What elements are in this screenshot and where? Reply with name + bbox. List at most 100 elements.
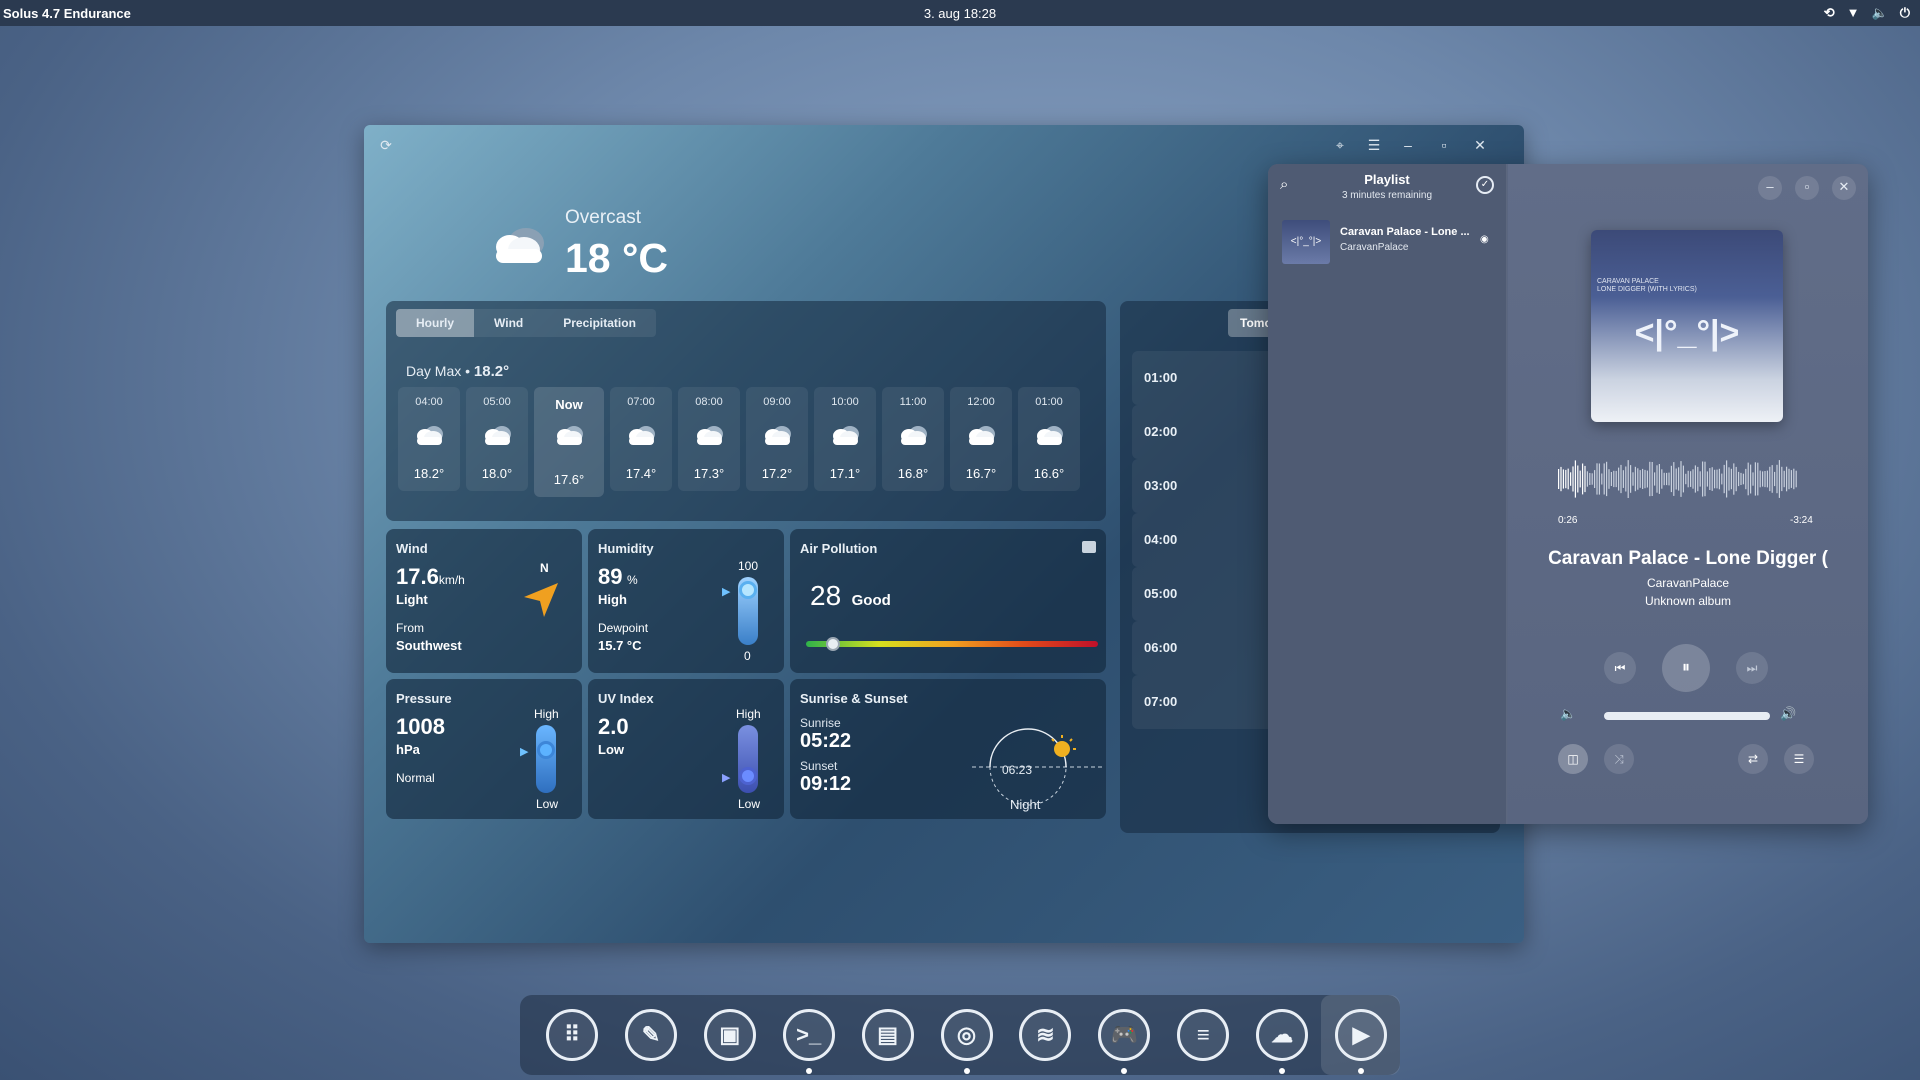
close-button[interactable]: ✕ [1470, 137, 1490, 157]
repeat-icon[interactable]: ⇄ [1738, 744, 1768, 774]
hour-card[interactable]: Now 17.6° [534, 387, 604, 497]
hour-temp: 17.4° [625, 466, 657, 481]
elapsed-time: 0:26 [1558, 515, 1578, 526]
playlist-track-artist: CaravanPalace [1340, 242, 1409, 253]
select-check-icon[interactable]: ✓ [1476, 176, 1494, 194]
clock[interactable]: 3. aug 18:28 [0, 6, 1920, 21]
wind-card[interactable]: Wind 17.6km/h Light From Southwest N [386, 529, 582, 673]
cloud-icon [901, 426, 927, 445]
pressure-pointer-icon: ▶ [520, 746, 529, 758]
waveform[interactable] [1558, 454, 1814, 504]
cloud-icon [417, 426, 443, 445]
shuffle-icon[interactable]: ⤨ [1604, 744, 1634, 774]
day-max: Day Max • 18.2° [406, 363, 509, 380]
sun-arc-icon [972, 728, 1102, 806]
dock-item[interactable]: ⠿ [532, 995, 611, 1075]
dock-item[interactable]: ☁ [1242, 995, 1321, 1075]
dock-item[interactable]: 🎮 [1084, 995, 1163, 1075]
hour-card[interactable]: 05:00 18.0° [466, 387, 528, 491]
day-max-value: 18.2° [473, 363, 510, 380]
dock-item[interactable]: >_ [769, 995, 848, 1075]
uv-high-label: High [736, 707, 761, 721]
music-player-icon: ▶ [1335, 1009, 1388, 1061]
air-info-icon[interactable] [1082, 541, 1096, 553]
wind-from-label: From [396, 621, 424, 635]
wind-arrow-icon [524, 583, 558, 617]
hour-temp: 17.3° [693, 466, 725, 481]
hour-card[interactable]: 09:00 17.2° [746, 387, 808, 491]
minimize-button[interactable]: – [1758, 176, 1782, 200]
minimize-button[interactable]: – [1398, 137, 1418, 157]
hour-temp: 17.6° [553, 472, 585, 487]
wind-unit: km/h [438, 573, 465, 587]
playlist-sidebar: ⌕ Playlist 3 minutes remaining ✓ <|°_°|>… [1268, 164, 1507, 824]
volume-high-icon[interactable]: 🔊 [1780, 706, 1796, 722]
dock-item[interactable]: ▶ [1321, 995, 1400, 1075]
maximize-button[interactable]: ▫ [1434, 137, 1454, 157]
hour-time: 01:00 [1035, 396, 1063, 408]
pressure-gauge [536, 725, 556, 793]
hour-time: 04:00 [415, 396, 443, 408]
wifi-icon[interactable]: ▼ [1847, 5, 1860, 21]
playlist-item[interactable]: <|°_°|> Caravan Palace - Lone ... Carava… [1276, 218, 1500, 266]
locate-icon[interactable]: ⌖ [1330, 137, 1350, 157]
maximize-button[interactable]: ▫ [1795, 176, 1819, 200]
previous-button[interactable]: ⏮ [1604, 652, 1636, 684]
cloud-icon [697, 426, 723, 445]
player-main: – ▫ ✕ CARAVAN PALACE LONE DIGGER (WITH L… [1508, 164, 1868, 824]
app-grid-icon: ⠿ [546, 1009, 598, 1061]
humidity-pointer-icon: ▶ [722, 586, 731, 598]
next-button[interactable]: ⏭ [1736, 652, 1768, 684]
software-center-icon: ▣ [703, 1009, 756, 1061]
dock-item[interactable]: ▣ [690, 995, 769, 1075]
uv-title: UV Index [598, 691, 654, 706]
hour-card[interactable]: 12:00 16.7° [950, 387, 1012, 491]
pressure-card[interactable]: Pressure 1008 hPa Normal High Low ▶ [386, 679, 582, 819]
volume-low-icon[interactable]: 🔈 [1560, 706, 1576, 722]
sun-card[interactable]: Sunrise & Sunset Sunrise 05:22 Sunset 09… [790, 679, 1106, 819]
refresh-icon[interactable]: ⟳ [376, 137, 396, 157]
cover-art: <|°_°|> [1634, 314, 1740, 352]
tab-precipitation[interactable]: Precipitation [543, 309, 656, 337]
forecast-tabs: Hourly Wind Precipitation [396, 309, 656, 337]
humidity-card[interactable]: Humidity 89 % High Dewpoint 15.7 °C 100 … [588, 529, 784, 673]
hour-card[interactable]: 10:00 17.1° [814, 387, 876, 491]
volume-slider[interactable] [1604, 712, 1770, 720]
track-thumbnail: <|°_°|> [1282, 220, 1330, 264]
hour-card[interactable]: 11:00 16.8° [882, 387, 944, 491]
sun-title: Sunrise & Sunset [800, 691, 908, 706]
cloud-settings-icon: ☁ [1256, 1009, 1309, 1061]
dock-item[interactable]: ◎ [927, 995, 1006, 1075]
hour-card[interactable]: 01:00 16.6° [1018, 387, 1080, 491]
pause-button[interactable]: ⏸ [1662, 644, 1710, 692]
dock-item[interactable]: ✎ [611, 995, 690, 1075]
tab-hourly[interactable]: Hourly [396, 309, 475, 337]
humidity-unit: % [626, 573, 638, 587]
close-button[interactable]: ✕ [1832, 176, 1856, 200]
menu-icon[interactable]: ☰ [1364, 137, 1384, 157]
hour-card[interactable]: 04:00 18.2° [398, 387, 460, 491]
cloud-icon [557, 426, 583, 445]
dock-item[interactable]: ≡ [1163, 995, 1242, 1075]
running-indicator [1279, 1068, 1286, 1074]
terminal-icon: >_ [782, 1009, 835, 1061]
volume-icon[interactable]: 🔈 [1872, 5, 1888, 21]
hour-time: 05:00 [483, 396, 511, 408]
update-icon[interactable]: ⟲ [1824, 5, 1835, 21]
queue-menu-icon[interactable]: ☰ [1784, 744, 1814, 774]
cloud-icon [969, 426, 995, 445]
air-pollution-card[interactable]: Air Pollution 28 Good [790, 529, 1106, 673]
sidebar-toggle-icon[interactable]: ◫ [1558, 744, 1588, 774]
cloud-icon [833, 426, 859, 445]
hour-temp: 17.1° [829, 466, 861, 481]
power-icon[interactable]: ⏻ [1900, 5, 1910, 21]
cover-text-1: CARAVAN PALACE [1597, 278, 1659, 285]
hour-card[interactable]: 07:00 17.4° [610, 387, 672, 491]
hour-card[interactable]: 08:00 17.3° [678, 387, 740, 491]
tab-wind[interactable]: Wind [474, 309, 543, 337]
humidity-value: 89 [598, 564, 623, 589]
now-playing-icon: ◉ [1480, 234, 1489, 245]
dock-item[interactable]: ≋ [1005, 995, 1084, 1075]
uv-index-card[interactable]: UV Index 2.0 Low High Low ▶ [588, 679, 784, 819]
dock-item[interactable]: ▤ [848, 995, 927, 1075]
